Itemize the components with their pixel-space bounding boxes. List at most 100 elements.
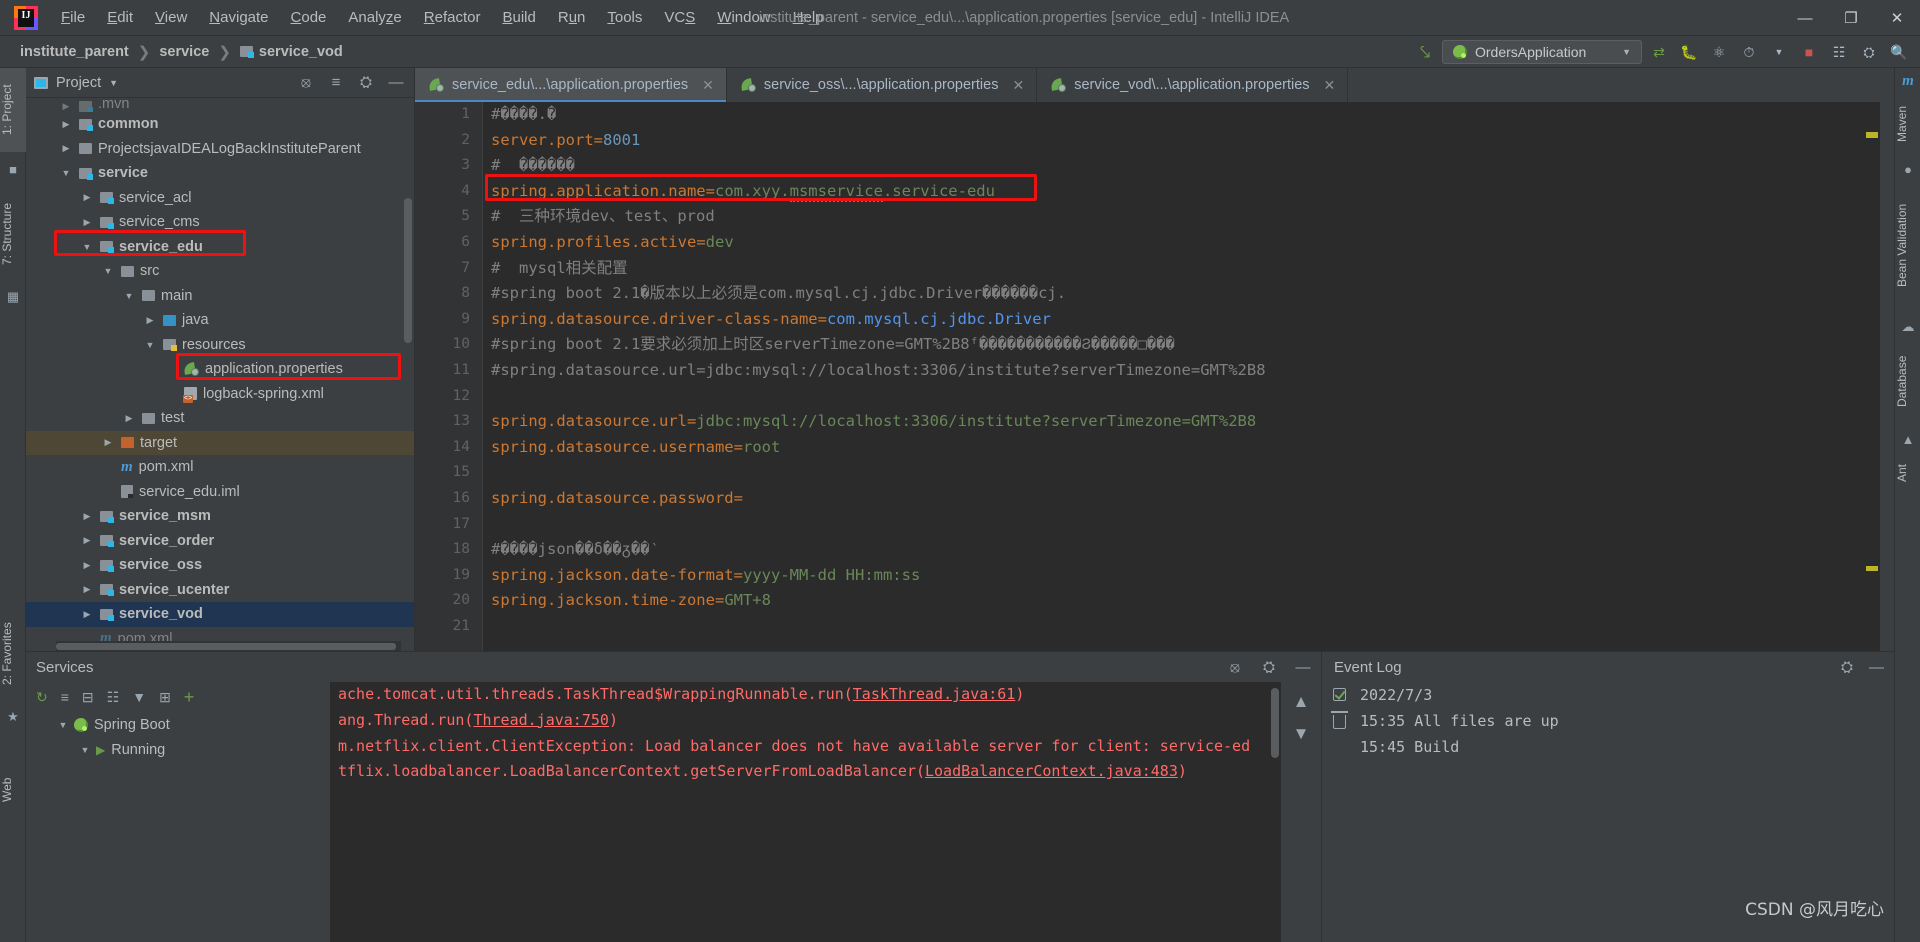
- menu-run[interactable]: Run: [547, 5, 597, 30]
- tree-expand-arrow[interactable]: ▼: [59, 168, 73, 178]
- code-line[interactable]: [483, 384, 1894, 410]
- close-button[interactable]: ✕: [1874, 0, 1920, 36]
- code-line[interactable]: spring.profiles.active=dev: [483, 230, 1894, 256]
- code-line[interactable]: spring.datasource.password=: [483, 486, 1894, 512]
- code-line[interactable]: [483, 460, 1894, 486]
- console-line[interactable]: ache.tomcat.util.threads.TaskThread$Wrap…: [330, 682, 1281, 708]
- menu-view[interactable]: View: [144, 5, 198, 30]
- project-tree[interactable]: ▶ .mvn ▶ common ▶ ProjectsjavaIDEALogBackInst…: [26, 98, 414, 651]
- build-hammer-icon[interactable]: ⤦: [1412, 42, 1438, 63]
- tool-tab-favorites[interactable]: 2: Favorites: [0, 606, 26, 702]
- collapse-all-icon[interactable]: ⊟: [82, 689, 94, 706]
- tree-row[interactable]: ▶ java: [26, 308, 414, 333]
- warning-marker[interactable]: [1866, 132, 1878, 138]
- minimize-button[interactable]: —: [1782, 0, 1828, 36]
- tree-row[interactable]: ▶ service_order: [26, 529, 414, 554]
- code-line[interactable]: # ������: [483, 153, 1894, 179]
- tree-expand-arrow[interactable]: ▼: [122, 291, 136, 301]
- tree-row[interactable]: ▶ service_oss: [26, 553, 414, 578]
- warning-marker-2[interactable]: [1866, 566, 1878, 571]
- settings-icon[interactable]: ⛭: [1259, 659, 1279, 676]
- tree-expand-arrow[interactable]: ▶: [143, 315, 157, 326]
- tree-row[interactable]: ▶ ProjectsjavaIDEALogBackInstituteParent: [26, 137, 414, 162]
- tree-row[interactable]: ▼ service_edu: [26, 235, 414, 260]
- menu-vcs[interactable]: VCS: [653, 5, 706, 30]
- tree-expand-arrow[interactable]: ▼: [143, 340, 157, 350]
- code-viewport[interactable]: 1 2 3 4 5 6 7 8 9 10 11 12 13 14 15 16 17 18 19 20 21 #����.…: [415, 102, 1894, 651]
- code-line[interactable]: spring.jackson.time-zone=GMT+8: [483, 588, 1894, 614]
- breadcrumb-item-2[interactable]: service_vod: [239, 44, 343, 60]
- console-line[interactable]: tflix.loadbalancer.LoadBalancerContext.g…: [330, 759, 1281, 785]
- filter-icon[interactable]: ▼: [132, 689, 146, 705]
- close-icon[interactable]: ✕: [1324, 77, 1336, 94]
- code-line[interactable]: #����.�: [483, 102, 1894, 128]
- rerun-icon[interactable]: ↻: [36, 689, 48, 706]
- hide-icon[interactable]: —: [1293, 659, 1313, 676]
- tool-tab-database[interactable]: Database: [1895, 340, 1920, 422]
- tree-row[interactable]: ▶ service_ucenter: [26, 578, 414, 603]
- hide-icon[interactable]: —: [386, 74, 406, 91]
- menu-refactor[interactable]: Refactor: [413, 5, 492, 30]
- hide-icon[interactable]: —: [1869, 659, 1884, 676]
- mark-read-icon[interactable]: [1332, 688, 1346, 701]
- tree-row[interactable]: ▼ resources: [26, 333, 414, 358]
- code-line[interactable]: # 三种环境dev、test、prod: [483, 204, 1894, 230]
- code-line[interactable]: #spring boot 2.1�版本以上必须是com.mysql.cj.jdb…: [483, 281, 1894, 307]
- console-line[interactable]: ang.Thread.run(Thread.java:750): [330, 708, 1281, 734]
- tree-row[interactable]: ▶ service_cms: [26, 210, 414, 235]
- tree-row[interactable]: ▶ service_msm: [26, 504, 414, 529]
- scroll-up-icon[interactable]: ▲: [1293, 692, 1310, 712]
- profile-icon[interactable]: ⏱: [1736, 40, 1762, 64]
- tree-expand-arrow[interactable]: ▶: [59, 143, 73, 154]
- stacktrace-link[interactable]: Thread.java:750: [473, 711, 608, 729]
- tree-expand-arrow[interactable]: ▶: [59, 101, 73, 112]
- delete-icon[interactable]: [1330, 711, 1348, 729]
- code-line[interactable]: [483, 614, 1894, 640]
- tree-expand-arrow[interactable]: ▼: [80, 242, 94, 252]
- tree-expand-arrow[interactable]: ▶: [122, 413, 136, 424]
- tool-tab-project[interactable]: 1: Project: [0, 68, 26, 152]
- stacktrace-link[interactable]: TaskThread.java:61: [853, 685, 1016, 703]
- coverage-icon[interactable]: ⚛: [1706, 40, 1732, 64]
- tree-expand-arrow[interactable]: ▶: [80, 535, 94, 546]
- tree-expand-arrow[interactable]: ▶: [101, 437, 115, 448]
- stop-icon[interactable]: ■: [1796, 40, 1822, 64]
- breadcrumb-item-0[interactable]: institute_parent: [20, 44, 129, 60]
- tree-expand-arrow[interactable]: ▶: [80, 511, 94, 522]
- expand-all-icon[interactable]: ≡: [61, 689, 69, 705]
- run-configuration-selector[interactable]: OrdersApplication ▼: [1442, 40, 1642, 64]
- services-tree-row-spring-boot[interactable]: ▼ Spring Boot: [26, 712, 330, 737]
- chevron-down-icon-2[interactable]: ▼: [1766, 40, 1792, 64]
- maximize-button[interactable]: ❐: [1828, 0, 1874, 36]
- menu-analyze[interactable]: Analyze: [337, 5, 412, 30]
- tree-expand-arrow[interactable]: ▼: [101, 266, 115, 276]
- tool-tab-structure[interactable]: 7: Structure: [0, 186, 26, 282]
- console-line[interactable]: m.netflix.client.ClientException: Load b…: [330, 734, 1281, 760]
- settings-icon[interactable]: ⛭: [1841, 659, 1853, 676]
- code-line[interactable]: spring.datasource.driver-class-name=com.…: [483, 307, 1894, 333]
- code-line[interactable]: # mysql相关配置: [483, 256, 1894, 282]
- close-icon[interactable]: ✕: [702, 77, 714, 94]
- console-scrollbar[interactable]: [1271, 688, 1279, 758]
- editor-tab[interactable]: service_vod\...\application.properties ✕: [1037, 68, 1349, 102]
- console-output[interactable]: ache.tomcat.util.threads.TaskThread$Wrap…: [330, 682, 1281, 942]
- editor-scrollbar[interactable]: [1864, 102, 1880, 651]
- menu-build[interactable]: Build: [491, 5, 546, 30]
- code-line[interactable]: spring.datasource.url=jdbc:mysql://local…: [483, 409, 1894, 435]
- tree-expand-arrow[interactable]: ▶: [80, 192, 94, 203]
- new-tab-icon[interactable]: ⊞: [159, 689, 171, 706]
- close-icon[interactable]: ✕: [1012, 77, 1024, 94]
- code-line[interactable]: spring.application.name=com.xyy.msmservi…: [483, 179, 1894, 205]
- menu-tools[interactable]: Tools: [596, 5, 653, 30]
- tree-row[interactable]: ▶ service_vod: [26, 602, 414, 627]
- menu-file[interactable]: File: [50, 5, 96, 30]
- project-tree-hscrollbar[interactable]: [56, 641, 401, 651]
- menu-code[interactable]: Code: [280, 5, 338, 30]
- locate-icon[interactable]: ⦻: [296, 74, 316, 91]
- layout-icon[interactable]: ☷: [1826, 40, 1852, 64]
- sync-icon[interactable]: ⇄: [1646, 40, 1672, 64]
- collapse-all-icon[interactable]: ≡: [326, 74, 346, 91]
- tool-tab-ant[interactable]: Ant: [1895, 452, 1920, 494]
- tree-row[interactable]: ▼ service: [26, 161, 414, 186]
- tree-expand-arrow[interactable]: ▶: [80, 584, 94, 595]
